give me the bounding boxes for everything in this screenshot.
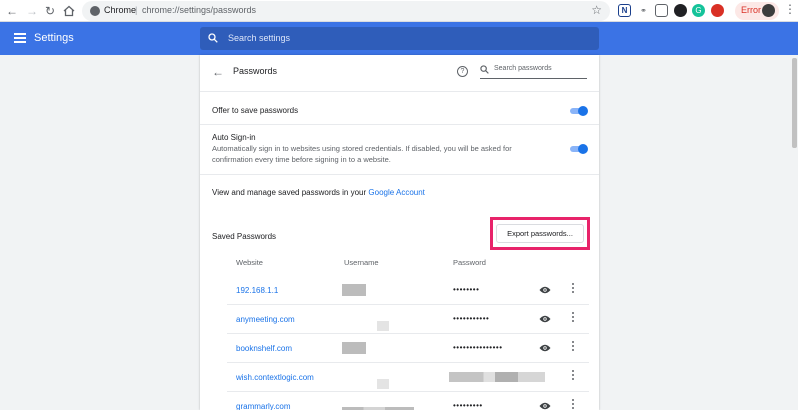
help-icon[interactable]: ? <box>457 66 468 77</box>
grammarly-icon[interactable]: G <box>692 4 705 17</box>
browser-menu-icon[interactable]: ⋮ <box>784 2 796 16</box>
scrollbar-thumb[interactable] <box>792 58 797 148</box>
blurred-username <box>342 284 366 296</box>
export-passwords-button[interactable]: Export passwords... <box>496 224 584 243</box>
reload-icon[interactable]: ↻ <box>42 3 58 19</box>
site-info-icon[interactable] <box>90 6 100 16</box>
username-column-header: Username <box>344 258 379 267</box>
page-title: Settings <box>34 32 74 44</box>
bookmark-star-icon[interactable]: ☆ <box>591 3 602 17</box>
show-password-icon[interactable] <box>539 402 551 410</box>
url-text[interactable]: chrome://settings/passwords <box>142 5 256 15</box>
settings-header: Settings Search settings <box>0 22 798 55</box>
show-password-icon[interactable] <box>539 344 551 352</box>
more-actions-icon[interactable] <box>571 341 575 355</box>
search-icon <box>208 33 218 43</box>
row-website: grammarly.com <box>236 402 291 410</box>
table-row: anymeeting.com ••••••••••• <box>227 305 589 334</box>
website-column-header: Website <box>236 258 263 267</box>
search-icon <box>480 65 489 74</box>
more-actions-icon[interactable] <box>571 312 575 326</box>
row-website: wish.contextlogic.com <box>236 373 314 382</box>
home-icon[interactable] <box>61 3 77 19</box>
blurred-username <box>377 379 389 389</box>
extension-n-icon[interactable]: N <box>618 4 631 17</box>
extension-chat-icon[interactable] <box>655 4 668 17</box>
row-website: 192.168.1.1 <box>236 286 279 295</box>
row-password: ••••••••••••••• <box>453 343 503 352</box>
more-actions-icon[interactable] <box>571 283 575 297</box>
row-password: •••••••• <box>453 285 480 294</box>
password-search-placeholder: Search passwords <box>494 65 552 72</box>
row-password: ••••••••• <box>453 401 483 410</box>
browser-toolbar: ← → ↻ Chrome | chrome://settings/passwor… <box>0 0 798 22</box>
row-password: ••••••••••• <box>453 314 490 323</box>
more-actions-icon[interactable] <box>571 399 575 410</box>
more-actions-icon[interactable] <box>571 370 575 384</box>
password-column-header: Password <box>453 258 486 267</box>
manage-passwords-text: View and manage saved passwords in your … <box>212 188 425 197</box>
table-row: 192.168.1.1 •••••••• <box>227 276 589 305</box>
blurred-username <box>342 342 366 354</box>
extension-red-icon[interactable] <box>711 4 724 17</box>
menu-icon[interactable] <box>14 33 26 43</box>
back-icon[interactable]: ← <box>4 3 20 19</box>
divider <box>200 91 599 92</box>
saved-passwords-heading: Saved Passwords <box>212 232 277 241</box>
forward-icon[interactable]: → <box>24 3 40 19</box>
password-search-input[interactable]: Search passwords <box>480 63 587 79</box>
auto-signin-description: Automatically sign in to websites using … <box>212 144 512 164</box>
search-placeholder: Search settings <box>228 33 291 43</box>
auto-signin-label: Auto Sign-in <box>212 133 256 142</box>
chrome-label: Chrome <box>104 5 137 15</box>
google-account-link[interactable]: Google Account <box>368 188 424 197</box>
offer-to-save-toggle[interactable] <box>568 106 588 116</box>
show-password-icon[interactable] <box>539 315 551 323</box>
divider <box>200 174 599 175</box>
passwords-card: ← Passwords ? Search passwords Offer to … <box>200 55 599 410</box>
passwords-title: Passwords <box>233 66 278 76</box>
extension-dark-icon[interactable] <box>674 4 687 17</box>
blurred-username <box>377 321 389 331</box>
row-website: booknshelf.com <box>236 344 293 353</box>
table-row: booknshelf.com ••••••••••••••• <box>227 334 589 363</box>
blurred-password <box>449 372 545 382</box>
extension-link-icon[interactable]: ⚭ <box>637 4 650 17</box>
table-row: wish.contextlogic.com <box>227 363 589 392</box>
address-bar[interactable]: Chrome | chrome://settings/passwords ☆ <box>82 1 610 21</box>
offer-to-save-label: Offer to save passwords <box>212 106 299 115</box>
divider <box>200 124 599 125</box>
settings-search-input[interactable]: Search settings <box>200 27 599 50</box>
row-website: anymeeting.com <box>236 315 295 324</box>
auto-signin-toggle[interactable] <box>568 144 588 154</box>
show-password-icon[interactable] <box>539 286 551 294</box>
url-separator: | <box>135 5 138 15</box>
table-row: grammarly.com ••••••••• <box>227 392 589 410</box>
back-arrow-icon[interactable]: ← <box>212 65 224 79</box>
avatar[interactable] <box>762 4 775 17</box>
